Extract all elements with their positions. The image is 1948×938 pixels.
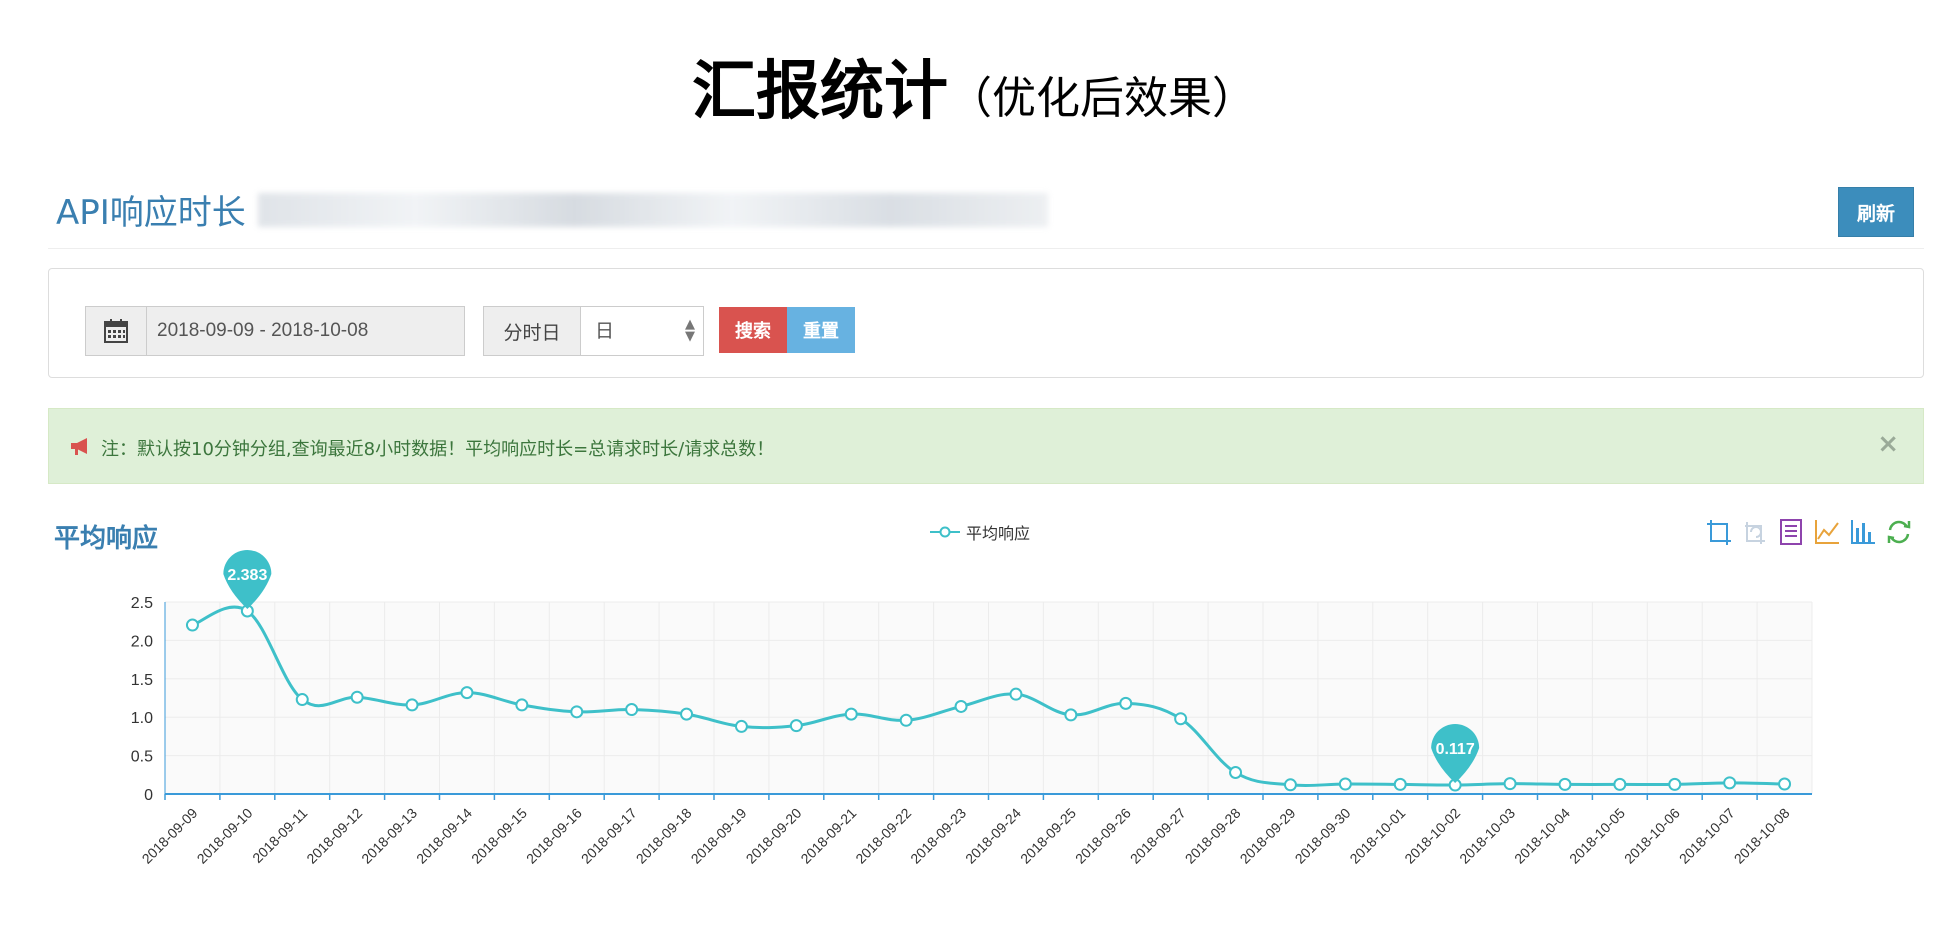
group-by-select[interactable]: 日 ▲ ▼: [580, 306, 704, 356]
data-point: [1613, 777, 1627, 791]
x-tick-label: 2018-09-27: [1127, 805, 1189, 867]
data-point: [460, 686, 474, 700]
y-tick-label: 0.5: [131, 749, 153, 766]
slide-title: 汇报统计（优化后效果）: [0, 40, 1948, 132]
x-tick-label: 2018-09-23: [907, 805, 969, 867]
slide-title-main: 汇报统计: [692, 54, 948, 129]
bullhorn-icon: [69, 436, 91, 461]
marker-label: 0.117: [1436, 741, 1475, 758]
data-point: [405, 698, 419, 712]
x-tick-label: 2018-09-22: [852, 805, 914, 867]
calendar-icon[interactable]: [85, 306, 147, 356]
x-tick-label: 2018-09-17: [578, 805, 640, 867]
info-alert: 注：默认按10分钟分组,查询最近8小时数据！平均响应时长=总请求时长/请求总数！…: [48, 408, 1924, 484]
data-point: [1009, 687, 1023, 701]
alert-message: 注：默认按10分钟分组,查询最近8小时数据！平均响应时长=总请求时长/请求总数！: [101, 439, 775, 460]
data-point: [515, 698, 529, 712]
x-tick-label: 2018-09-13: [358, 805, 420, 867]
filter-panel: 2018-09-09 - 2018-10-08 分时日 日 ▲ ▼ 搜索 重置: [48, 268, 1924, 378]
group-by-value: 日: [595, 320, 615, 342]
data-point: [844, 707, 858, 721]
x-tick-label: 2018-09-30: [1292, 805, 1354, 867]
marker-pin: 2.383: [223, 549, 272, 609]
data-point: [1338, 777, 1352, 791]
data-point: [350, 690, 364, 704]
x-tick-label: 2018-09-24: [962, 805, 1024, 867]
x-tick-label: 2018-09-19: [688, 805, 750, 867]
y-tick-label: 1.5: [131, 672, 153, 689]
x-tick-label: 2018-10-04: [1511, 805, 1573, 867]
x-tick-label: 2018-09-11: [249, 805, 310, 866]
x-tick-label: 2018-10-01: [1346, 805, 1408, 867]
x-tick-label: 2018-09-09: [139, 805, 201, 867]
data-point: [185, 618, 199, 632]
marker-label: 2.383: [227, 567, 267, 584]
group-by-label: 分时日: [483, 306, 581, 356]
x-tick-label: 2018-09-16: [523, 805, 585, 867]
x-tick-label: 2018-09-10: [194, 805, 256, 867]
redacted-title-detail: [258, 193, 1048, 227]
line-chart: 00.51.01.52.02.52018-09-092018-09-102018…: [131, 549, 1813, 867]
x-tick-label: 2018-10-03: [1456, 805, 1518, 867]
select-arrows-icon: ▲ ▼: [685, 317, 695, 344]
y-tick-label: 1.0: [131, 710, 153, 727]
x-tick-label: 2018-09-26: [1072, 805, 1134, 867]
x-tick-label: 2018-09-25: [1017, 805, 1079, 867]
data-point: [1558, 777, 1572, 791]
search-button[interactable]: 搜索: [719, 307, 787, 353]
x-tick-label: 2018-10-02: [1401, 805, 1463, 867]
x-tick-label: 2018-10-06: [1621, 805, 1683, 867]
data-point: [1668, 777, 1682, 791]
data-point: [625, 703, 639, 717]
x-tick-label: 2018-10-08: [1731, 805, 1793, 867]
refresh-button[interactable]: 刷新: [1838, 187, 1914, 237]
data-point: [954, 699, 968, 713]
slide-title-sub: （优化后效果）: [948, 73, 1256, 124]
data-point: [1119, 696, 1133, 710]
x-tick-label: 2018-09-14: [413, 805, 475, 867]
y-tick-label: 2.0: [131, 633, 153, 650]
data-point: [1064, 708, 1078, 722]
data-point: [680, 707, 694, 721]
data-point: [295, 693, 309, 707]
close-icon[interactable]: ×: [1877, 429, 1899, 459]
data-point: [1723, 776, 1737, 790]
x-tick-label: 2018-09-20: [743, 805, 805, 867]
x-tick-label: 2018-09-21: [797, 805, 859, 867]
page-title: API响应时长: [56, 193, 246, 233]
x-tick-label: 2018-09-28: [1182, 805, 1244, 867]
data-point: [1503, 777, 1517, 791]
x-tick-label: 2018-09-12: [303, 805, 365, 867]
x-tick-label: 2018-10-07: [1676, 805, 1738, 867]
x-tick-label: 2018-10-05: [1566, 805, 1628, 867]
y-tick-label: 0: [144, 787, 153, 804]
page-header: API响应时长 刷新: [48, 175, 1924, 249]
date-range-input[interactable]: 2018-09-09 - 2018-10-08: [147, 306, 465, 356]
data-point: [789, 719, 803, 733]
data-point: [1283, 778, 1297, 792]
data-point: [1174, 712, 1188, 726]
x-tick-label: 2018-09-18: [633, 805, 695, 867]
data-point: [734, 719, 748, 733]
data-point: [570, 705, 584, 719]
data-point: [899, 713, 913, 727]
x-tick-label: 2018-09-15: [468, 805, 530, 867]
data-point: [1393, 777, 1407, 791]
data-point: [1229, 765, 1243, 779]
y-tick-label: 2.5: [131, 595, 153, 612]
data-point: [1778, 777, 1792, 791]
x-tick-label: 2018-09-29: [1237, 805, 1299, 867]
reset-button[interactable]: 重置: [787, 307, 855, 353]
